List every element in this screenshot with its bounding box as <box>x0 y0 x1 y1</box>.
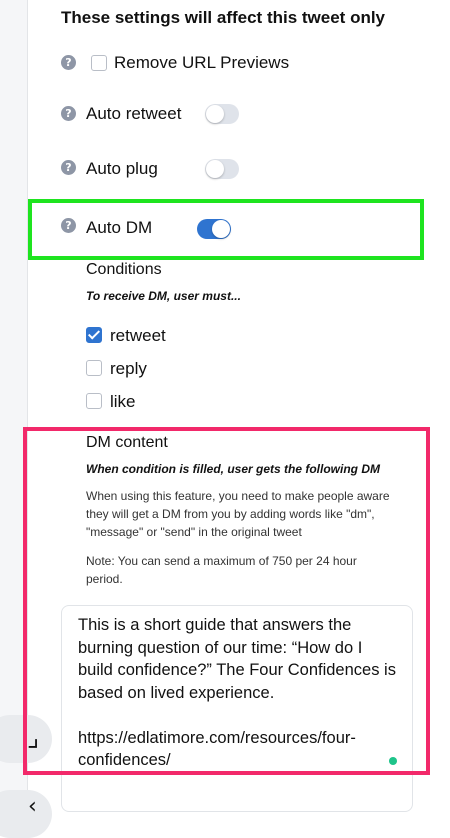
auto-retweet-label: Auto retweet <box>86 104 182 123</box>
remove-url-previews-checkbox[interactable] <box>91 55 107 71</box>
condition-retweet-label: retweet <box>110 326 166 345</box>
condition-like-label: like <box>110 392 136 411</box>
toggle-knob <box>206 160 224 178</box>
help-icon[interactable]: ? <box>61 160 76 175</box>
collapse-button[interactable] <box>0 790 52 838</box>
toggle-knob <box>206 105 224 123</box>
condition-retweet-checkbox[interactable] <box>86 327 102 343</box>
auto-plug-label: Auto plug <box>86 159 158 178</box>
auto-dm-label: Auto DM <box>86 218 153 237</box>
help-icon[interactable]: ? <box>61 106 76 121</box>
help-icon[interactable]: ? <box>61 55 76 70</box>
toggle-knob <box>212 220 230 238</box>
conditions-subtitle: To receive DM, user must... <box>86 289 241 303</box>
auto-dm-toggle[interactable] <box>197 219 231 239</box>
help-icon[interactable]: ? <box>61 218 76 233</box>
condition-reply-checkbox[interactable] <box>86 360 102 376</box>
auto-plug-toggle[interactable] <box>205 159 239 179</box>
conditions-title: Conditions <box>86 261 162 278</box>
dm-content-highlight <box>23 427 430 775</box>
condition-reply-label: reply <box>110 359 147 378</box>
section-heading: These settings will affect this tweet on… <box>61 8 386 27</box>
remove-url-previews-label: Remove URL Previews <box>114 53 290 72</box>
auto-retweet-toggle[interactable] <box>205 104 239 124</box>
condition-like-checkbox[interactable] <box>86 393 102 409</box>
chevron-left-icon: ‹ <box>28 794 37 819</box>
